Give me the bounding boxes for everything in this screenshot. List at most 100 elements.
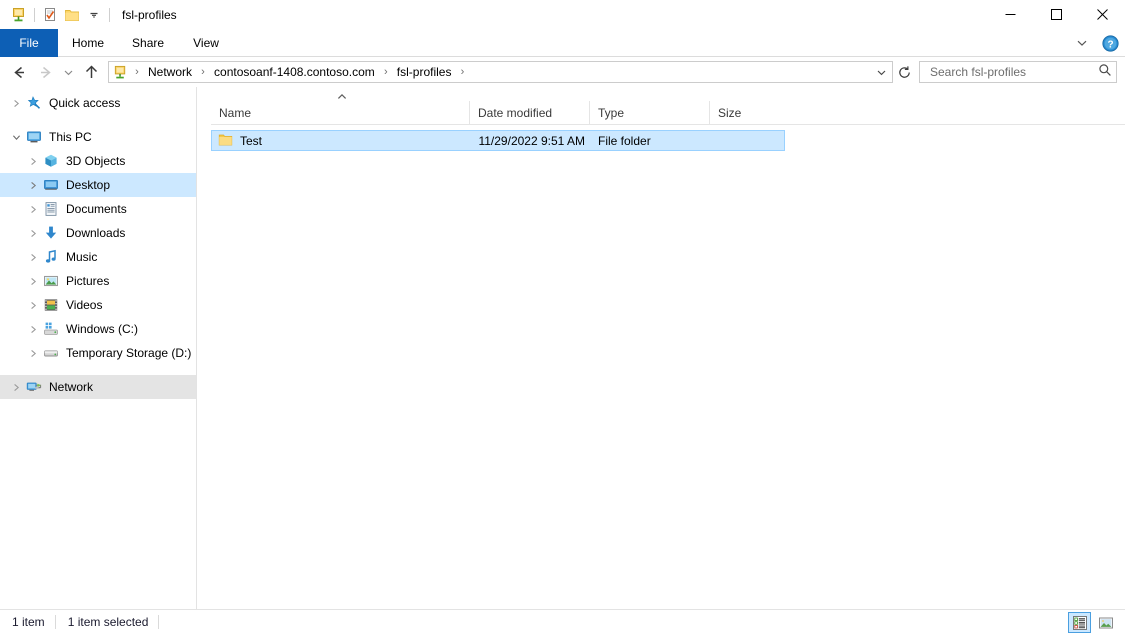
sidebar-item-label: Documents — [66, 197, 127, 221]
sidebar-item-label: 3D Objects — [66, 149, 125, 173]
os-drive-icon — [41, 321, 61, 337]
breadcrumb[interactable]: › Network › contosoanf-1408.contoso.com … — [108, 61, 893, 83]
desktop-icon — [41, 177, 61, 193]
column-header-label: Date modified — [478, 106, 552, 120]
folder-icon — [218, 132, 233, 150]
breadcrumb-separator[interactable]: › — [379, 66, 393, 78]
file-type-cell: File folder — [590, 134, 710, 148]
up-button[interactable] — [78, 59, 104, 85]
chevron-right-icon[interactable] — [25, 301, 41, 310]
column-header-size[interactable]: Size — [709, 101, 787, 125]
refresh-icon[interactable] — [893, 61, 915, 83]
sidebar-gap — [0, 115, 196, 125]
sort-ascending-icon — [337, 93, 347, 101]
download-arrow-icon — [41, 225, 61, 241]
tab-file[interactable]: File — [0, 29, 58, 57]
sidebar-item-desktop[interactable]: Desktop — [0, 173, 196, 197]
table-row[interactable]: Test 11/29/2022 9:51 AM File folder — [211, 130, 785, 151]
column-header-date-modified[interactable]: Date modified — [469, 101, 589, 125]
new-folder-icon[interactable] — [61, 4, 83, 26]
sidebar-item-label: This PC — [49, 125, 92, 149]
sidebar-item-downloads[interactable]: Downloads — [0, 221, 196, 245]
sidebar-item-temporary-storage-d[interactable]: Temporary Storage (D:) — [0, 341, 196, 365]
chevron-right-icon[interactable] — [25, 253, 41, 262]
chevron-down-icon[interactable] — [1071, 32, 1093, 54]
column-header-label: Type — [598, 106, 624, 120]
chevron-down-icon[interactable] — [8, 133, 24, 142]
chevron-down-icon[interactable] — [83, 4, 105, 26]
tab-share[interactable]: Share — [118, 29, 178, 57]
network-drive-icon[interactable] — [8, 4, 30, 26]
chevron-right-icon[interactable] — [8, 99, 24, 108]
window-title: fsl-profiles — [122, 8, 177, 22]
chevron-right-icon[interactable] — [25, 157, 41, 166]
search-input[interactable] — [928, 64, 1098, 80]
file-name-label: Test — [240, 134, 262, 148]
sidebar-item-quick-access[interactable]: Quick access — [0, 91, 196, 115]
breadcrumb-item-network[interactable]: Network — [144, 62, 196, 82]
breadcrumb-separator[interactable]: › — [196, 66, 210, 78]
sidebar-item-label: Network — [49, 375, 93, 399]
window-controls — [987, 0, 1125, 29]
chevron-down-icon[interactable] — [872, 67, 890, 78]
sidebar-item-label: Downloads — [66, 221, 125, 245]
breadcrumb-separator[interactable]: › — [455, 66, 469, 78]
column-header-label: Size — [718, 106, 741, 120]
back-button[interactable] — [6, 59, 32, 85]
column-header-name[interactable]: Name — [211, 101, 469, 125]
chevron-right-icon[interactable] — [25, 229, 41, 238]
sidebar-item-windows-c[interactable]: Windows (C:) — [0, 317, 196, 341]
chevron-right-icon[interactable] — [25, 277, 41, 286]
sidebar-item-videos[interactable]: Videos — [0, 293, 196, 317]
file-explorer-window: fsl-profiles File Home Share View — [0, 0, 1125, 634]
properties-icon[interactable] — [39, 4, 61, 26]
maximize-button[interactable] — [1033, 0, 1079, 29]
sidebar-item-music[interactable]: Music — [0, 245, 196, 269]
sidebar-item-label: Pictures — [66, 269, 109, 293]
chevron-right-icon[interactable] — [25, 325, 41, 334]
sidebar-item-this-pc[interactable]: This PC — [0, 125, 196, 149]
minimize-button[interactable] — [987, 0, 1033, 29]
sidebar-gap — [0, 365, 196, 375]
sidebar-item-label: Videos — [66, 293, 102, 317]
column-header-type[interactable]: Type — [589, 101, 709, 125]
file-list[interactable]: Test 11/29/2022 9:51 AM File folder — [197, 125, 1125, 609]
video-film-icon — [41, 297, 61, 313]
cube-icon — [41, 153, 61, 169]
tab-home[interactable]: Home — [58, 29, 118, 57]
column-header-label: Name — [219, 106, 251, 120]
chevron-right-icon[interactable] — [25, 181, 41, 190]
large-icons-view-button[interactable] — [1094, 612, 1117, 633]
music-note-icon — [41, 249, 61, 265]
breadcrumb-item-server[interactable]: contosoanf-1408.contoso.com — [210, 62, 379, 82]
chevron-right-icon[interactable] — [25, 205, 41, 214]
breadcrumb-item-fsl-profiles[interactable]: fsl-profiles — [393, 62, 456, 82]
picture-icon — [41, 273, 61, 289]
ribbon-right-controls: ? — [1071, 29, 1121, 57]
network-icon — [24, 379, 44, 395]
sidebar-item-label: Windows (C:) — [66, 317, 138, 341]
file-date-cell: 11/29/2022 9:51 AM — [470, 134, 590, 148]
sidebar-item-label: Temporary Storage (D:) — [66, 341, 191, 365]
details-view-button[interactable] — [1068, 612, 1091, 633]
sidebar-item-3d-objects[interactable]: 3D Objects — [0, 149, 196, 173]
search-box[interactable] — [919, 61, 1117, 83]
status-separator — [55, 615, 56, 629]
chevron-right-icon[interactable] — [8, 383, 24, 392]
forward-button[interactable] — [32, 59, 58, 85]
recent-locations-chevron-icon[interactable] — [58, 59, 78, 85]
star-pin-icon — [24, 95, 44, 111]
sidebar-item-documents[interactable]: Documents — [0, 197, 196, 221]
tab-view[interactable]: View — [178, 29, 234, 57]
close-button[interactable] — [1079, 0, 1125, 29]
status-separator — [158, 615, 159, 629]
sidebar-item-pictures[interactable]: Pictures — [0, 269, 196, 293]
search-icon[interactable] — [1098, 63, 1112, 82]
sidebar-item-label: Desktop — [66, 173, 110, 197]
breadcrumb-separator[interactable]: › — [130, 66, 144, 78]
help-icon[interactable]: ? — [1099, 32, 1121, 54]
chevron-right-icon[interactable] — [25, 349, 41, 358]
navigation-pane[interactable]: Quick access This PC — [0, 87, 197, 609]
content-pane: Name Date modified Type Size — [197, 87, 1125, 609]
sidebar-item-network[interactable]: Network — [0, 375, 196, 399]
